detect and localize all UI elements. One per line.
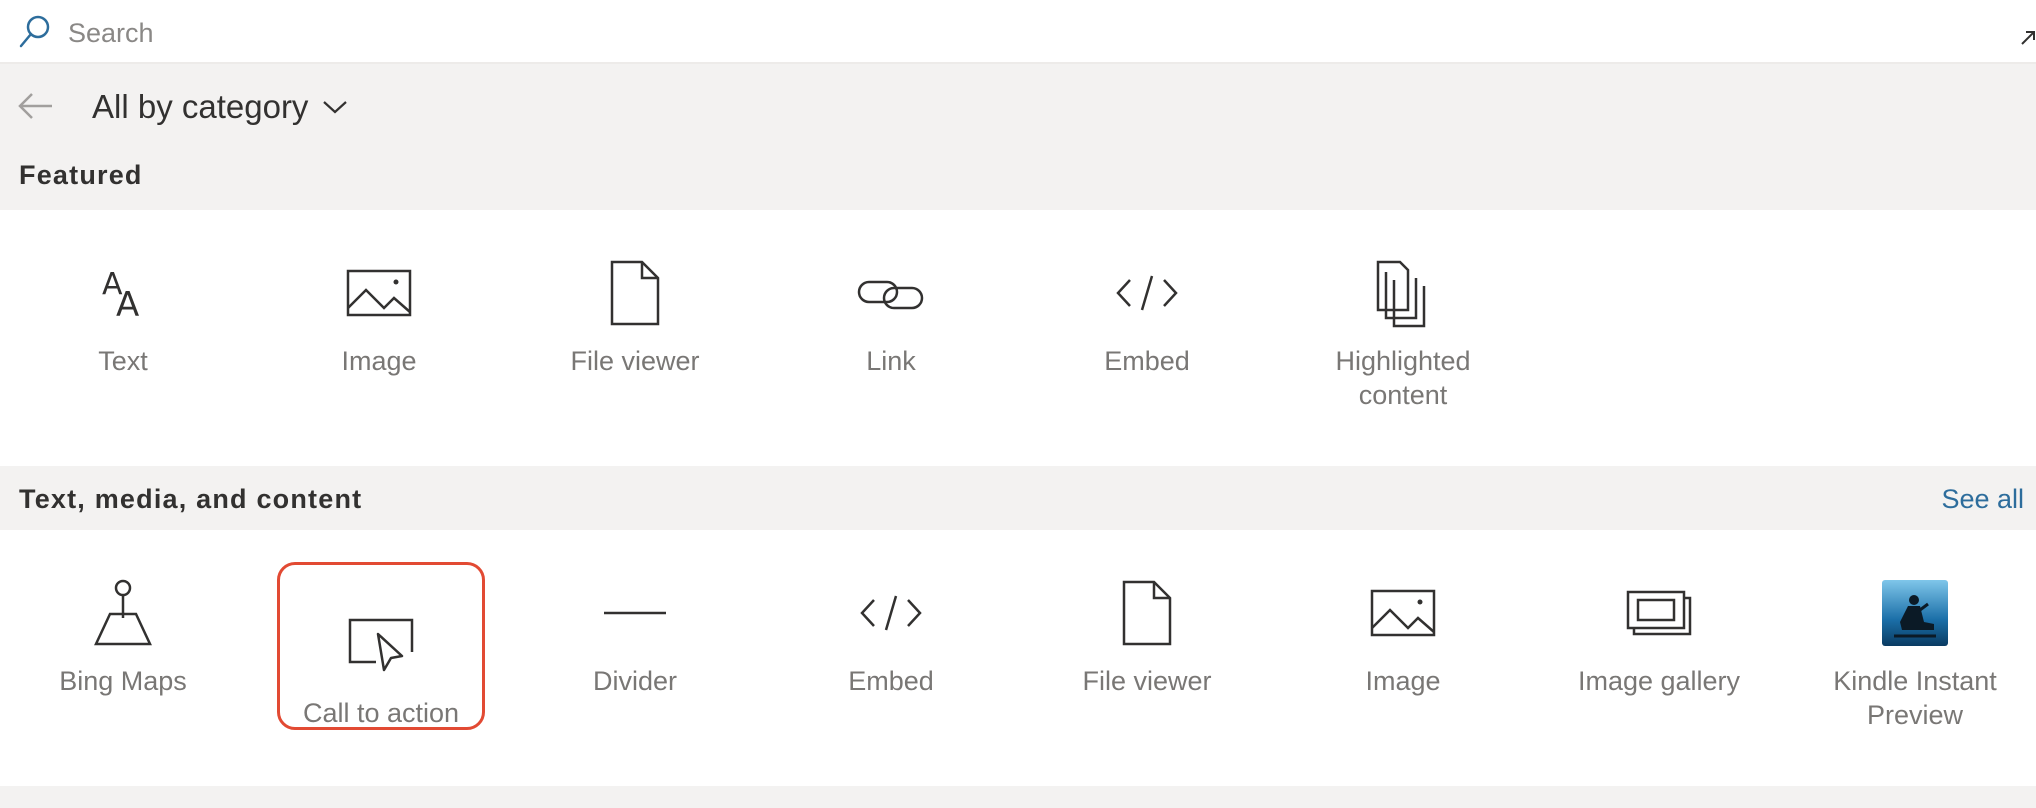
tile-link[interactable]: Link: [787, 210, 995, 378]
search-input[interactable]: [66, 10, 1930, 56]
tile-label: Image: [1365, 666, 1441, 696]
tile-call-to-action[interactable]: Call to action: [277, 562, 485, 730]
category-dropdown[interactable]: All by category: [92, 82, 348, 132]
tile-label: Image: [341, 346, 417, 376]
tile-highlighted-content[interactable]: Highlighted content: [1299, 210, 1507, 410]
link-icon: [857, 280, 924, 310]
tile-label: Image gallery: [1577, 666, 1741, 696]
tile-image-gallery[interactable]: Image gallery: [1555, 530, 1763, 698]
image-icon: [1370, 589, 1436, 637]
tile-label: Call to action: [302, 698, 460, 728]
code-icon: [1116, 275, 1178, 311]
category-dropdown-label: All by category: [92, 88, 309, 125]
svg-text:A: A: [116, 285, 139, 325]
tile-label: Embed: [848, 666, 934, 696]
tile-file-viewer[interactable]: File viewer: [1043, 530, 1251, 698]
text-icon: A A: [102, 267, 139, 325]
text-media-tiles: Bing Maps Call to action Divider Embed F…: [0, 530, 2036, 786]
tile-kindle-instant-preview[interactable]: Kindle Instant Preview: [1811, 530, 2019, 730]
file-icon: [610, 260, 660, 326]
tile-embed[interactable]: Embed: [1043, 210, 1251, 378]
tile-label: File viewer: [1082, 666, 1212, 696]
tile-label: Bing Maps: [59, 666, 187, 696]
section-title-text-media: Text, media, and content: [19, 484, 363, 514]
expand-icon[interactable]: [2020, 30, 2036, 46]
call-to-action-icon: [348, 618, 414, 672]
next-section-header: [0, 786, 2036, 808]
tile-label: File viewer: [570, 346, 700, 376]
tile-file-viewer[interactable]: File viewer: [531, 210, 739, 378]
tile-label: Divider: [592, 666, 678, 696]
tile-image[interactable]: Image: [1299, 530, 1507, 698]
divider-icon: [604, 611, 666, 615]
tile-label: Kindle Instant Preview: [1833, 666, 1997, 730]
back-arrow-icon[interactable]: [16, 88, 56, 124]
chevron-down-icon: [323, 101, 348, 114]
image-gallery-icon: [1626, 590, 1692, 636]
tile-label: Link: [866, 346, 916, 376]
search-bar: [0, 0, 2036, 64]
kindle-icon: [1882, 580, 1948, 646]
code-icon: [860, 595, 922, 631]
section-title-featured: Featured: [19, 160, 143, 190]
search-icon: [19, 15, 50, 48]
tile-label: Embed: [1104, 346, 1190, 376]
see-all-link[interactable]: See all: [1941, 484, 2024, 515]
tile-image[interactable]: Image: [275, 210, 483, 378]
file-icon: [1122, 580, 1172, 646]
tile-embed[interactable]: Embed: [787, 530, 995, 698]
map-icon: [94, 579, 152, 646]
tile-label: Highlighted content: [1335, 346, 1471, 410]
tile-divider[interactable]: Divider: [531, 530, 739, 698]
featured-tiles: A A Text Image File viewer Link Embed Hi…: [0, 210, 2036, 466]
tile-text[interactable]: A A Text: [19, 210, 227, 378]
image-icon: [346, 269, 412, 317]
tile-label: Text: [98, 346, 148, 376]
highlighted-content-icon: [1376, 260, 1426, 328]
tile-bing-maps[interactable]: Bing Maps: [19, 530, 227, 698]
